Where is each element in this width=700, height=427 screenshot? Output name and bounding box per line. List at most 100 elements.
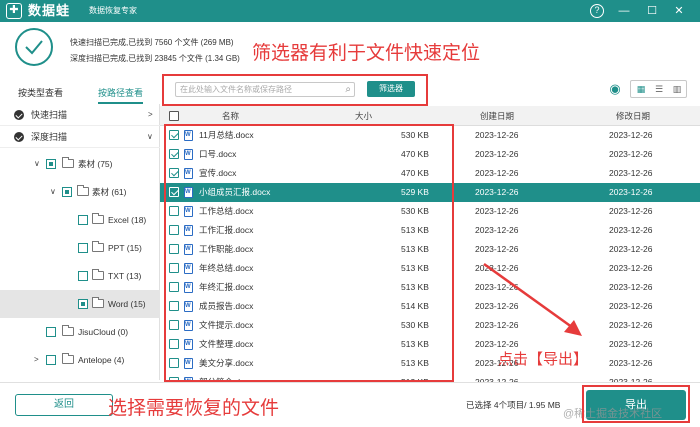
maximize-button[interactable]: ☐ bbox=[645, 4, 659, 18]
column-name[interactable]: 名称 bbox=[222, 106, 239, 126]
tab-by-path[interactable]: 按路径查看 bbox=[98, 84, 144, 104]
back-button[interactable]: 返回 bbox=[15, 394, 113, 416]
file-size: 514 KB bbox=[401, 301, 429, 311]
tree-item-antelope[interactable]: > Antelope (4) bbox=[0, 346, 160, 374]
table-row[interactable]: 年终汇报.docx513 KB2023-12-262023-12-26 bbox=[160, 278, 700, 297]
word-doc-icon bbox=[184, 297, 193, 316]
file-name: 小组成员汇报.docx bbox=[199, 187, 271, 197]
column-created[interactable]: 创建日期 bbox=[480, 106, 514, 126]
chevron-right-icon[interactable]: > bbox=[148, 104, 153, 126]
row-checkbox[interactable] bbox=[169, 263, 179, 273]
file-modified-date: 2023-12-26 bbox=[609, 301, 653, 311]
table-row[interactable]: 口号.docx 470 KB 2023-12-26 2023-12-26 bbox=[160, 145, 700, 164]
tree-checkbox[interactable] bbox=[78, 215, 88, 225]
sidebar-item-label: 深度扫描 bbox=[31, 132, 68, 142]
table-row[interactable]: 宣传.docx 470 KB 2023-12-26 2023-12-26 bbox=[160, 164, 700, 183]
tree-item-excel[interactable]: Excel (18) bbox=[0, 206, 160, 234]
row-checkbox[interactable] bbox=[169, 301, 179, 311]
file-name: 工作总结.docx bbox=[199, 206, 254, 216]
tree-item-sucai-61[interactable]: ∨ 素材 (61) bbox=[0, 178, 160, 206]
tree-item-ppt[interactable]: PPT (15) bbox=[0, 234, 160, 262]
select-all-checkbox[interactable] bbox=[169, 111, 179, 121]
tree-checkbox[interactable] bbox=[46, 327, 56, 337]
preview-eye-icon[interactable]: ◉ bbox=[606, 82, 624, 96]
chevron-down-icon[interactable]: ∨ bbox=[50, 178, 56, 206]
filter-button[interactable]: 筛选器 bbox=[367, 81, 415, 97]
table-row[interactable]: 工作总结.docx 530 KB 2023-12-26 2023-12-26 bbox=[160, 202, 700, 221]
file-modified-date: 2023-12-26 bbox=[609, 282, 653, 292]
tree-checkbox[interactable] bbox=[78, 271, 88, 281]
filter-annotation: 筛选器有利于文件快速定位 bbox=[252, 43, 481, 64]
tree-item-jisucloud[interactable]: JisuCloud (0) bbox=[0, 318, 160, 346]
row-checkbox[interactable] bbox=[169, 130, 179, 140]
row-checkbox[interactable] bbox=[169, 149, 179, 159]
file-size: 530 KB bbox=[401, 130, 429, 140]
table-row[interactable]: 文件提示.docx530 KB2023-12-262023-12-26 bbox=[160, 316, 700, 335]
file-created-date: 2023-12-26 bbox=[475, 244, 519, 254]
sidebar-item-quick-scan[interactable]: 快速扫描 > bbox=[0, 104, 160, 126]
table-row[interactable]: 文件整理.docx513 KB2023-12-262023-12-26 bbox=[160, 335, 700, 354]
tree-item-txt[interactable]: TXT (13) bbox=[0, 262, 160, 290]
table-row[interactable]: 小组成员汇报.docx 529 KB 2023-12-26 2023-12-26 bbox=[160, 183, 700, 202]
file-name: 宣传.docx bbox=[199, 168, 237, 178]
export-annotation: 点击【导出】 bbox=[498, 351, 589, 368]
tab-by-type[interactable]: 按类型查看 bbox=[18, 84, 63, 104]
minimize-button[interactable]: — bbox=[617, 4, 631, 18]
chevron-right-icon[interactable]: > bbox=[34, 346, 39, 374]
file-name: 工作职能.docx bbox=[199, 244, 254, 254]
row-checkbox[interactable] bbox=[169, 206, 179, 216]
tree-item-sucai-75[interactable]: ∨ 素材 (75) bbox=[0, 150, 160, 178]
tree-checkbox[interactable] bbox=[46, 159, 56, 169]
app-name: 数据蛙 bbox=[28, 3, 71, 18]
file-created-date: 2023-12-26 bbox=[475, 187, 519, 197]
table-row[interactable]: 成员报告.docx514 KB2023-12-262023-12-26 bbox=[160, 297, 700, 316]
table-row[interactable]: 工作汇报.docx 513 KB 2023-12-26 2023-12-26 bbox=[160, 221, 700, 240]
word-doc-icon bbox=[184, 221, 193, 240]
row-checkbox[interactable] bbox=[169, 282, 179, 292]
folder-icon bbox=[62, 353, 74, 364]
tree-checkbox[interactable] bbox=[62, 187, 72, 197]
tree-checkbox[interactable] bbox=[46, 355, 56, 365]
row-checkbox[interactable] bbox=[169, 339, 179, 349]
grid-view-icon[interactable]: ▦ bbox=[634, 83, 648, 96]
tree-item-label: TXT (13) bbox=[108, 271, 142, 281]
search-input[interactable] bbox=[180, 83, 338, 96]
word-doc-icon bbox=[184, 240, 193, 259]
row-checkbox[interactable] bbox=[169, 225, 179, 235]
folder-icon bbox=[92, 269, 104, 280]
search-icon[interactable]: ⌕ bbox=[345, 84, 351, 95]
tree-item-word[interactable]: Word (15) bbox=[0, 290, 160, 318]
tree-checkbox[interactable] bbox=[78, 243, 88, 253]
sidebar-item-deep-scan[interactable]: 深度扫描 ∨ bbox=[0, 126, 160, 148]
file-modified-date: 2023-12-26 bbox=[609, 130, 653, 140]
tree-checkbox[interactable] bbox=[78, 299, 88, 309]
table-row[interactable]: 工作职能.docx 513 KB 2023-12-26 2023-12-26 bbox=[160, 240, 700, 259]
table-row[interactable]: 11月总结.docx 530 KB 2023-12-26 2023-12-26 bbox=[160, 126, 700, 145]
table-row[interactable]: 年终总结.docx513 KB2023-12-262023-12-26 bbox=[160, 259, 700, 278]
help-icon[interactable]: ? bbox=[590, 4, 604, 18]
file-modified-date: 2023-12-26 bbox=[609, 206, 653, 216]
row-checkbox[interactable] bbox=[169, 187, 179, 197]
row-checkbox[interactable] bbox=[169, 320, 179, 330]
file-modified-date: 2023-12-26 bbox=[609, 358, 653, 368]
word-doc-icon bbox=[184, 335, 193, 354]
column-size[interactable]: 大小 bbox=[355, 106, 372, 126]
chevron-down-icon[interactable]: ∨ bbox=[34, 150, 40, 178]
row-checkbox[interactable] bbox=[169, 358, 179, 368]
close-button[interactable]: ✕ bbox=[672, 4, 686, 18]
tree-item-label: PPT (15) bbox=[108, 243, 142, 253]
folder-icon bbox=[62, 157, 74, 168]
table-row[interactable]: 部分简介.docx 513 KB 2023-12-26 2023-12-26 bbox=[160, 373, 700, 382]
row-checkbox[interactable] bbox=[169, 244, 179, 254]
chevron-down-icon[interactable]: ∨ bbox=[147, 126, 153, 148]
file-size: 530 KB bbox=[401, 320, 429, 330]
row-checkbox[interactable] bbox=[169, 168, 179, 178]
file-size: 513 KB bbox=[401, 339, 429, 349]
file-name: 工作汇报.docx bbox=[199, 225, 254, 235]
list-view-icon[interactable]: ☰ bbox=[652, 83, 666, 96]
table-row[interactable]: 美文分享.docx513 KB2023-12-262023-12-26 bbox=[160, 354, 700, 373]
detail-view-icon[interactable]: ▥ bbox=[670, 83, 684, 96]
file-size: 530 KB bbox=[401, 206, 429, 216]
column-modified[interactable]: 修改日期 bbox=[616, 106, 650, 126]
file-size: 470 KB bbox=[401, 168, 429, 178]
